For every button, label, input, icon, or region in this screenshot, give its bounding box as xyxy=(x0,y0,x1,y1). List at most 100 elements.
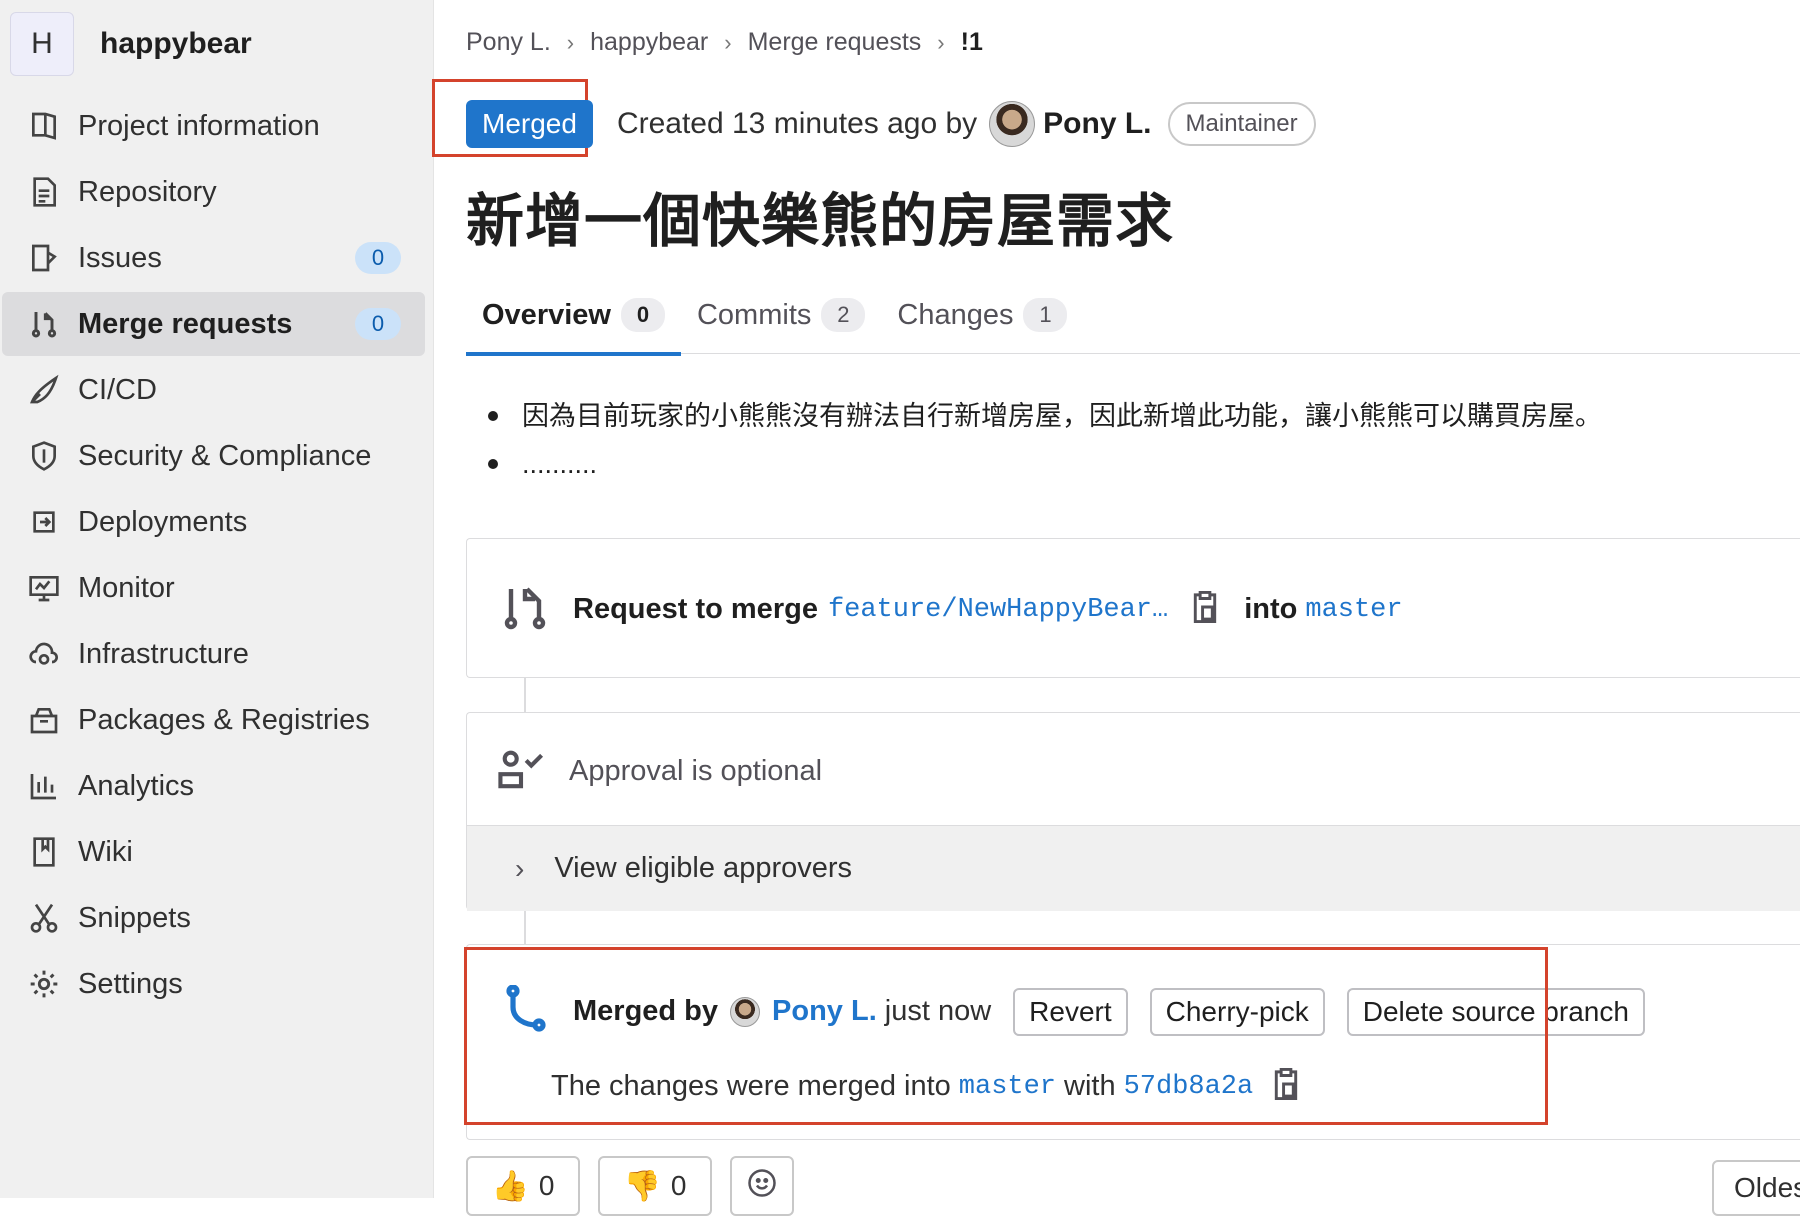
sidebar-item-issues[interactable]: Issues 0 xyxy=(2,226,425,290)
approval-icon xyxy=(497,745,545,798)
main-content: Pony L. › happybear › Merge requests › !… xyxy=(432,0,1800,1216)
sidebar-item-label: Deployments xyxy=(78,505,248,538)
gear-icon xyxy=(26,966,62,1002)
author-name[interactable]: Pony L. xyxy=(1043,107,1151,141)
merge-request-widget: Request to merge feature/NewHappyBear… i… xyxy=(466,538,1800,678)
target-branch-link[interactable]: master xyxy=(1305,595,1402,625)
sidebar-item-security-compliance[interactable]: Security & Compliance xyxy=(2,424,425,488)
project-info-icon xyxy=(26,108,62,144)
widget-connector xyxy=(524,910,526,944)
mr-status-row: Merged Created 13 minutes ago by Pony L.… xyxy=(466,100,1316,148)
view-approvers-row[interactable]: › View eligible approvers xyxy=(467,825,1800,911)
tab-label: Overview xyxy=(482,298,611,331)
deployments-icon xyxy=(26,504,62,540)
add-reaction-button[interactable] xyxy=(730,1156,794,1216)
mr-description: 因為目前玩家的小熊熊沒有辦法自行新增房屋，因此新增此功能，讓小熊熊可以購買房屋。… xyxy=(488,398,1602,494)
breadcrumb-item[interactable]: !1 xyxy=(961,28,983,57)
sidebar-item-cicd[interactable]: CI/CD xyxy=(2,358,425,422)
page-title: 新增一個快樂熊的房屋需求 xyxy=(466,189,1175,254)
tab-count: 0 xyxy=(620,298,665,332)
scissors-icon xyxy=(26,900,62,936)
project-header[interactable]: H happybear xyxy=(0,0,433,88)
sidebar-item-label: Wiki xyxy=(78,835,133,868)
approval-status-text: Approval is optional xyxy=(569,755,823,787)
description-item: .......... xyxy=(488,446,1602,482)
tab-count: 2 xyxy=(821,298,866,332)
sidebar-item-label: CI/CD xyxy=(78,373,157,406)
sidebar-item-infrastructure[interactable]: Infrastructure xyxy=(2,622,425,686)
sidebar-item-packages-registries[interactable]: Packages & Registries xyxy=(2,688,425,752)
breadcrumb-item[interactable]: happybear xyxy=(590,28,708,57)
tab-overview[interactable]: Overview 0 xyxy=(466,276,681,356)
package-icon xyxy=(26,702,62,738)
source-branch-link[interactable]: feature/NewHappyBear… xyxy=(828,595,1168,625)
sidebar-item-label: Merge requests xyxy=(78,307,293,340)
merge-request-icon xyxy=(26,306,62,342)
into-label: into xyxy=(1244,593,1298,625)
repository-icon xyxy=(26,174,62,210)
cloud-gear-icon xyxy=(26,636,62,672)
sidebar-item-label: Repository xyxy=(78,175,217,208)
thumbs-down-count: 0 xyxy=(670,1170,687,1201)
sidebar-item-label: Project information xyxy=(78,109,320,142)
sidebar-item-label: Monitor xyxy=(78,571,175,604)
breadcrumb: Pony L. › happybear › Merge requests › !… xyxy=(466,28,983,57)
avatar[interactable] xyxy=(989,101,1036,147)
tab-changes[interactable]: Changes 1 xyxy=(881,276,1083,354)
sidebar-item-wiki[interactable]: Wiki xyxy=(2,820,425,884)
thumbs-up-count: 0 xyxy=(538,1170,555,1201)
sidebar-item-label: Snippets xyxy=(78,901,191,934)
chart-icon xyxy=(26,768,62,804)
sidebar-item-repository[interactable]: Repository xyxy=(2,160,425,224)
merge-request-icon xyxy=(501,583,549,636)
merged-highlight-frame xyxy=(464,947,1548,1125)
created-text: Created 13 minutes ago by xyxy=(616,107,978,140)
breadcrumb-item[interactable]: Merge requests xyxy=(748,28,922,57)
sidebar-item-label: Settings xyxy=(78,967,183,1000)
project-avatar: H xyxy=(10,12,74,76)
sidebar-item-deployments[interactable]: Deployments xyxy=(2,490,425,554)
thumbs-down-icon: 👎 xyxy=(623,1169,661,1203)
sidebar-item-analytics[interactable]: Analytics xyxy=(2,754,425,818)
chevron-right-icon: › xyxy=(724,29,732,55)
sidebar-item-label: Infrastructure xyxy=(78,637,249,670)
book-icon xyxy=(26,834,62,870)
breadcrumb-item[interactable]: Pony L. xyxy=(466,28,551,57)
sidebar-item-snippets[interactable]: Snippets xyxy=(2,886,425,950)
sidebar-item-label: Security & Compliance xyxy=(78,439,372,472)
thumbs-up-button[interactable]: 👍 0 xyxy=(466,1156,580,1216)
monitor-icon xyxy=(26,570,62,606)
sidebar-item-label: Packages & Registries xyxy=(78,703,370,736)
status-badge: Merged xyxy=(466,100,593,148)
view-eligible-approvers-link[interactable]: View eligible approvers xyxy=(554,852,852,885)
tab-label: Changes xyxy=(897,298,1014,331)
tab-commits[interactable]: Commits 2 xyxy=(681,276,881,354)
sidebar-item-merge-requests[interactable]: Merge requests 0 xyxy=(2,292,425,356)
shield-icon xyxy=(26,438,62,474)
sidebar-nav: Project information Repository Issues 0 … xyxy=(0,94,433,1016)
project-name[interactable]: happybear xyxy=(100,27,252,61)
widget-connector xyxy=(524,678,526,712)
tab-label: Commits xyxy=(696,298,812,331)
tab-count: 1 xyxy=(1023,298,1068,332)
sidebar-item-label: Analytics xyxy=(78,769,195,802)
reactions-bar: 👍 0 👎 0 xyxy=(466,1156,812,1216)
sidebar-item-settings[interactable]: Settings xyxy=(2,952,425,1016)
description-item: 因為目前玩家的小熊熊沒有辦法自行新增房屋，因此新增此功能，讓小熊熊可以購買房屋。 xyxy=(488,398,1602,434)
sidebar-item-monitor[interactable]: Monitor xyxy=(2,556,425,620)
rocket-icon xyxy=(26,372,62,408)
thumbs-down-button[interactable]: 👎 0 xyxy=(598,1156,712,1216)
mr-tabs: Overview 0 Commits 2 Changes 1 xyxy=(466,276,1800,356)
sidebar: H happybear Project information Reposito… xyxy=(0,0,434,1198)
chevron-right-icon: › xyxy=(566,29,575,55)
issues-icon xyxy=(26,240,62,276)
sidebar-item-label: Issues xyxy=(78,241,162,274)
thumbs-up-icon: 👍 xyxy=(491,1169,529,1203)
chevron-right-icon: › xyxy=(515,852,525,884)
copy-icon[interactable] xyxy=(1190,590,1220,629)
sidebar-item-project-information[interactable]: Project information xyxy=(2,94,425,158)
approval-widget: Approval is optional › View eligible app… xyxy=(466,712,1800,911)
sort-dropdown[interactable]: Oldest first xyxy=(1712,1160,1800,1216)
role-badge: Maintainer xyxy=(1167,102,1316,146)
merge-requests-count-badge: 0 xyxy=(355,308,401,340)
